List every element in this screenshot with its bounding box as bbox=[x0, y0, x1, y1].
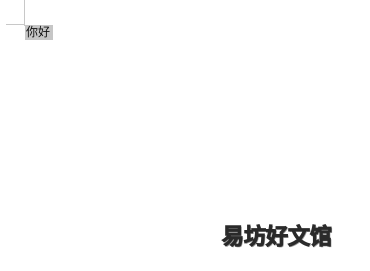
margin-corner-mark-vertical bbox=[24, 0, 25, 26]
watermark-logo: 易坊好文馆 bbox=[221, 225, 333, 251]
document-page[interactable]: 你好 易坊好文馆 bbox=[0, 0, 370, 271]
margin-corner-mark-horizontal bbox=[6, 24, 24, 25]
selected-text[interactable]: 你好 bbox=[25, 25, 54, 40]
